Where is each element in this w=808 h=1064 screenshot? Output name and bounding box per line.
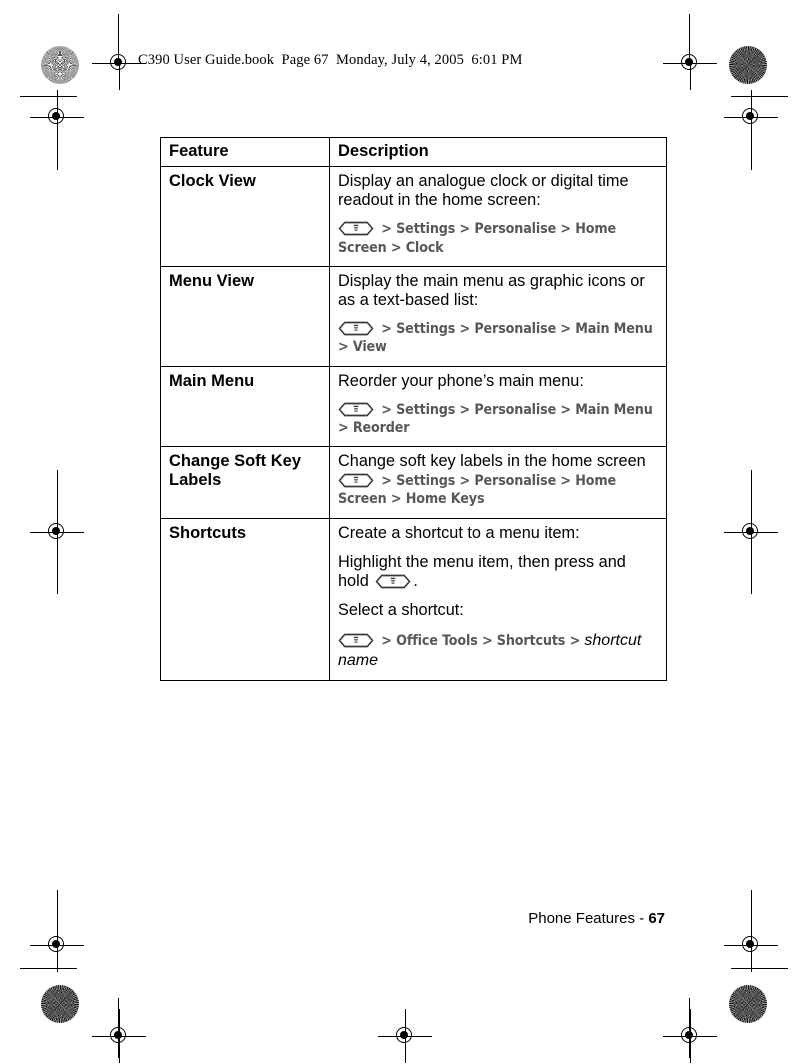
path-segment: Main Menu	[575, 321, 653, 338]
rosette-mark-top-right	[729, 46, 767, 84]
path-segment: Settings	[396, 221, 456, 238]
crosshair-bottom-center	[378, 1009, 432, 1063]
menu-path: > Settings > Personalise > Home Screen >…	[338, 472, 658, 508]
menu-key-icon	[338, 473, 374, 488]
crosshair-left-middle	[30, 505, 84, 559]
path-segment: Reorder	[352, 419, 410, 436]
crop-line-right-upper-horizontal	[731, 96, 788, 97]
description-paragraph-with-icon: Highlight the menu item, then press and …	[338, 553, 658, 591]
menu-key-icon	[338, 221, 374, 236]
table-row: Change Soft Key Labels Change soft key l…	[160, 446, 667, 519]
path-separator: >	[459, 321, 471, 338]
crop-line-left-lower-horizontal	[20, 968, 77, 969]
description-paragraph: Change soft key labels in the home scree…	[338, 452, 646, 471]
path-separator: >	[481, 632, 493, 649]
crop-line-left-upper-horizontal	[20, 96, 77, 97]
page-header-text: C390 User Guide.book Page 67 Monday, Jul…	[138, 52, 523, 68]
path-segment: Personalise	[474, 321, 557, 338]
path-separator: >	[560, 401, 571, 418]
menu-key-icon	[338, 321, 374, 336]
description-paragraph: Display an analogue clock or digital tim…	[338, 171, 629, 210]
table-row: Shortcuts Create a shortcut to a menu it…	[160, 517, 667, 682]
menu-key-icon	[338, 633, 374, 648]
paragraph-text-after: .	[413, 572, 418, 591]
table-body: Clock View Display an analogue clock or …	[160, 165, 667, 682]
rosette-mark-top-left	[41, 46, 79, 84]
path-separator: >	[338, 419, 349, 436]
table-header-row: Feature Description	[160, 137, 667, 167]
column-header-feature: Feature	[160, 137, 330, 167]
crosshair-bottom-left	[92, 1009, 146, 1063]
path-separator: >	[390, 491, 402, 508]
crop-line-left-vertical-upper	[57, 110, 58, 170]
menu-path: > Settings > Personalise > Home Screen >…	[338, 220, 658, 256]
footer-section-label: Phone Features -	[528, 910, 649, 927]
path-separator: >	[459, 401, 471, 418]
table-row: Clock View Display an analogue clock or …	[160, 165, 667, 267]
menu-key-icon	[338, 402, 374, 417]
feature-description: Change soft key labels in the home scree…	[329, 446, 667, 519]
feature-description-table: Feature Description Clock View Display a…	[160, 137, 667, 682]
rosette-mark-bottom-right	[729, 985, 767, 1023]
path-separator: >	[381, 473, 392, 490]
path-separator: >	[560, 221, 571, 238]
path-segment: Personalise	[474, 401, 557, 418]
rosette-mark-bottom-left	[41, 985, 79, 1023]
path-separator: >	[459, 221, 471, 238]
path-segment: Settings	[396, 473, 456, 490]
path-segment: Personalise	[474, 221, 557, 238]
path-separator: >	[560, 321, 571, 338]
path-segment: Shortcuts	[496, 632, 566, 649]
path-separator: >	[381, 401, 392, 418]
path-separator: >	[390, 239, 402, 256]
crosshair-bottom-right	[663, 1009, 717, 1063]
path-segment: Clock	[405, 239, 444, 256]
feature-name: Change Soft Key Labels	[160, 446, 330, 519]
path-segment: Settings	[396, 321, 456, 338]
crosshair-top-right	[663, 50, 717, 90]
column-header-description: Description	[329, 137, 667, 167]
path-separator: >	[338, 339, 349, 356]
crosshair-top-left	[92, 50, 146, 90]
menu-path: > Settings > Personalise > Main Menu > V…	[338, 320, 658, 356]
path-segment: Main Menu	[575, 401, 653, 418]
description-paragraph: Create a shortcut to a menu item:	[338, 523, 580, 542]
crosshair-right-middle	[724, 505, 778, 559]
crosshair-left-lower	[30, 918, 84, 972]
path-segment: View	[352, 339, 387, 356]
footer-page-number: 67	[648, 910, 665, 927]
feature-description: Reorder your phone’s main menu: > Settin…	[329, 365, 667, 448]
feature-name: Menu View	[160, 265, 330, 367]
path-segment: Home Keys	[405, 491, 485, 508]
path-separator: >	[381, 221, 392, 238]
feature-name: Main Menu	[160, 365, 330, 448]
menu-key-icon	[375, 574, 411, 589]
description-paragraph: Select a shortcut:	[338, 601, 464, 620]
crop-line-right-vertical-upper	[751, 110, 752, 170]
path-separator: >	[381, 321, 392, 338]
table-row: Menu View Display the main menu as graph…	[160, 265, 667, 367]
menu-path: > Office Tools > Shortcuts > shortcut na…	[338, 631, 658, 672]
feature-name: Shortcuts	[160, 517, 330, 682]
path-separator: >	[381, 632, 392, 649]
page-footer: Phone Features - 67	[528, 910, 665, 927]
feature-description: Display the main menu as graphic icons o…	[329, 265, 667, 367]
path-segment: Settings	[396, 401, 456, 418]
crop-line-right-lower-horizontal	[731, 968, 788, 969]
path-separator: >	[560, 473, 571, 490]
path-segment: Personalise	[474, 473, 557, 490]
feature-description: Display an analogue clock or digital tim…	[329, 165, 667, 267]
table-row: Main Menu Reorder your phone’s main menu…	[160, 365, 667, 448]
feature-description: Create a shortcut to a menu item: Highli…	[329, 517, 667, 682]
feature-name: Clock View	[160, 165, 330, 267]
menu-path: > Settings > Personalise > Main Menu > R…	[338, 401, 658, 437]
path-separator: >	[459, 473, 471, 490]
path-segment: Office Tools	[396, 632, 478, 649]
crosshair-right-lower	[724, 918, 778, 972]
path-separator: >	[569, 632, 581, 649]
description-paragraph: Reorder your phone’s main menu:	[338, 371, 584, 390]
description-paragraph: Display the main menu as graphic icons o…	[338, 271, 645, 309]
